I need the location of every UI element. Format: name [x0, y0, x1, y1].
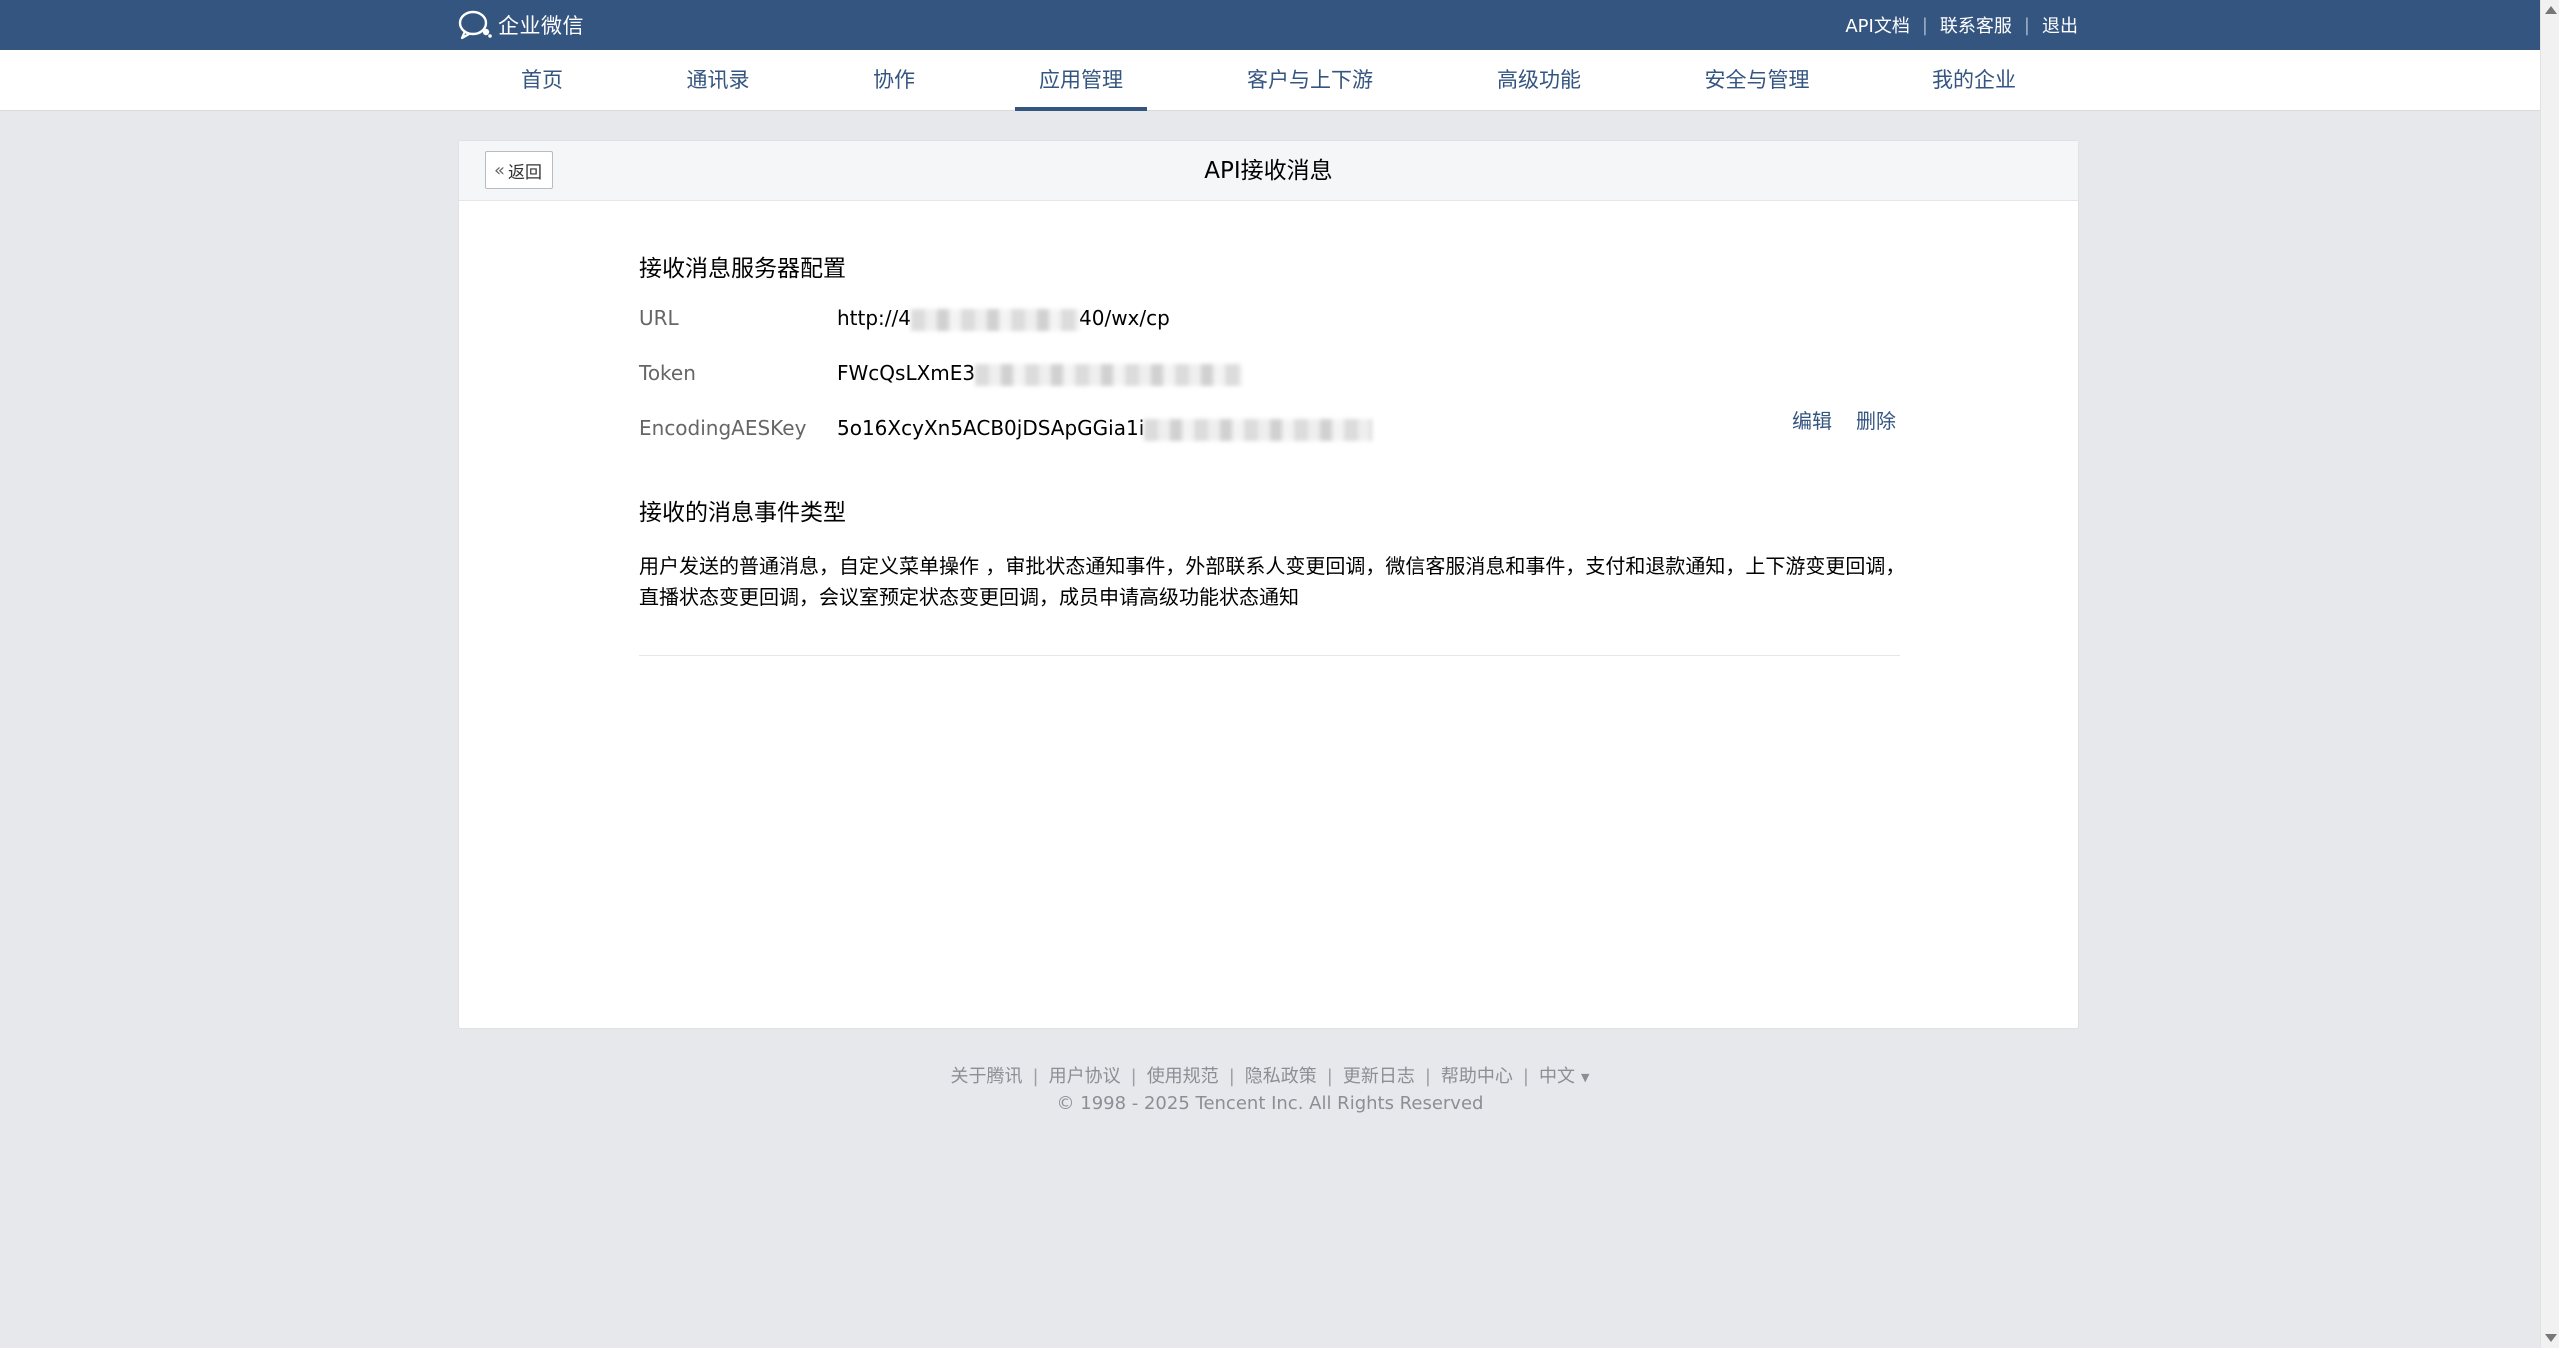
nav-item-security[interactable]: 安全与管理 — [1705, 50, 1810, 111]
scrollbar[interactable] — [2540, 0, 2559, 1348]
scroll-up-arrow-icon[interactable] — [2545, 6, 2557, 14]
scroll-down-arrow-icon[interactable] — [2545, 1334, 2557, 1342]
redacted-blur — [975, 363, 1243, 386]
caret-down-icon: ▼ — [1581, 1070, 1590, 1084]
url-value-end: 40/wx/cp — [1079, 306, 1170, 330]
token-label: Token — [639, 361, 696, 385]
separator: | — [1921, 14, 1928, 36]
event-types-title: 接收的消息事件类型 — [639, 500, 846, 526]
nav-item-contacts[interactable]: 通讯录 — [687, 50, 750, 111]
server-config-title: 接收消息服务器配置 — [639, 256, 846, 282]
redacted-blur — [911, 308, 1079, 331]
separator: | — [2023, 14, 2030, 36]
aeskey-value: 5o16XcyXn5ACB0jDSApGGia1i — [837, 416, 1373, 441]
footer-link-help[interactable]: 帮助中心 — [1441, 1066, 1513, 1087]
edit-button[interactable]: 编辑 — [1792, 405, 1832, 434]
footer-link-usage-rules[interactable]: 使用规范 — [1147, 1066, 1219, 1087]
separator: | — [1326, 1066, 1333, 1087]
aeskey-value-text: 5o16XcyXn5ACB0jDSApGGia1i — [837, 416, 1145, 440]
brand-logo[interactable]: 企业微信 — [457, 0, 584, 50]
separator: | — [1522, 1066, 1529, 1087]
nav-item-app-management[interactable]: 应用管理 — [1015, 50, 1147, 111]
language-select[interactable]: 中文 ▼ — [1539, 1066, 1589, 1087]
language-label: 中文 — [1539, 1066, 1575, 1087]
top-links: API文档 | 联系客服 | 退出 — [1845, 0, 2078, 50]
nav-item-collaboration[interactable]: 协作 — [873, 50, 915, 111]
wecom-chat-icon — [458, 10, 492, 40]
footer-link-agreement[interactable]: 用户协议 — [1049, 1066, 1121, 1087]
event-types-description: 用户发送的普通消息，自定义菜单操作 ，审批状态通知事件，外部联系人变更回调，微信… — [639, 554, 1906, 609]
nav-item-advanced[interactable]: 高级功能 — [1497, 50, 1581, 111]
api-receive-card: API接收消息 « 返回 接收消息服务器配置 URL http://4 40/wx… — [458, 140, 2079, 1029]
separator: | — [1228, 1066, 1235, 1087]
nav-item-home[interactable]: 首页 — [521, 50, 563, 111]
aeskey-label: EncodingAESKey — [639, 416, 807, 440]
brand-name: 企业微信 — [498, 14, 584, 38]
separator: | — [1130, 1066, 1137, 1087]
card-header: API接收消息 « 返回 — [459, 141, 2078, 201]
delete-button[interactable]: 删除 — [1856, 405, 1896, 434]
separator: | — [1424, 1066, 1431, 1087]
api-docs-link[interactable]: API文档 — [1845, 12, 1909, 38]
nav-item-customers[interactable]: 客户与上下游 — [1247, 50, 1373, 111]
back-button[interactable]: « 返回 — [485, 151, 554, 189]
footer-link-privacy[interactable]: 隐私政策 — [1245, 1066, 1317, 1087]
divider — [639, 655, 1900, 656]
double-chevron-left-icon: « — [494, 159, 506, 181]
footer-links: 关于腾讯 | 用户协议 | 使用规范 | 隐私政策 | 更新日志 | 帮助中心 | 中文 ▼ — [0, 1062, 2540, 1088]
back-label: 返回 — [508, 162, 543, 183]
logout-link[interactable]: 退出 — [2042, 12, 2078, 38]
support-link[interactable]: 联系客服 — [1940, 12, 2012, 38]
token-value-text: FWcQsLXmE3 — [837, 361, 976, 385]
top-bar: 企业微信 API文档 | 联系客服 | 退出 — [0, 0, 2540, 50]
url-label: URL — [639, 306, 679, 330]
page-title: API接收消息 — [1204, 158, 1333, 184]
footer-link-about[interactable]: 关于腾讯 — [951, 1066, 1023, 1087]
token-value: FWcQsLXmE3 — [837, 361, 1243, 386]
footer-link-changelog[interactable]: 更新日志 — [1343, 1066, 1415, 1087]
redacted-blur — [1144, 418, 1373, 441]
url-value-start: http://4 — [837, 306, 911, 330]
main-nav: 首页 通讯录 协作 应用管理 客户与上下游 高级功能 安全与管理 我的企业 — [0, 50, 2540, 111]
copyright: © 1998 - 2025 Tencent Inc. All Rights Re… — [1056, 1093, 1484, 1114]
nav-item-my-enterprise[interactable]: 我的企业 — [1932, 50, 2016, 111]
url-value: http://4 40/wx/cp — [837, 306, 1170, 331]
separator: | — [1032, 1066, 1039, 1087]
